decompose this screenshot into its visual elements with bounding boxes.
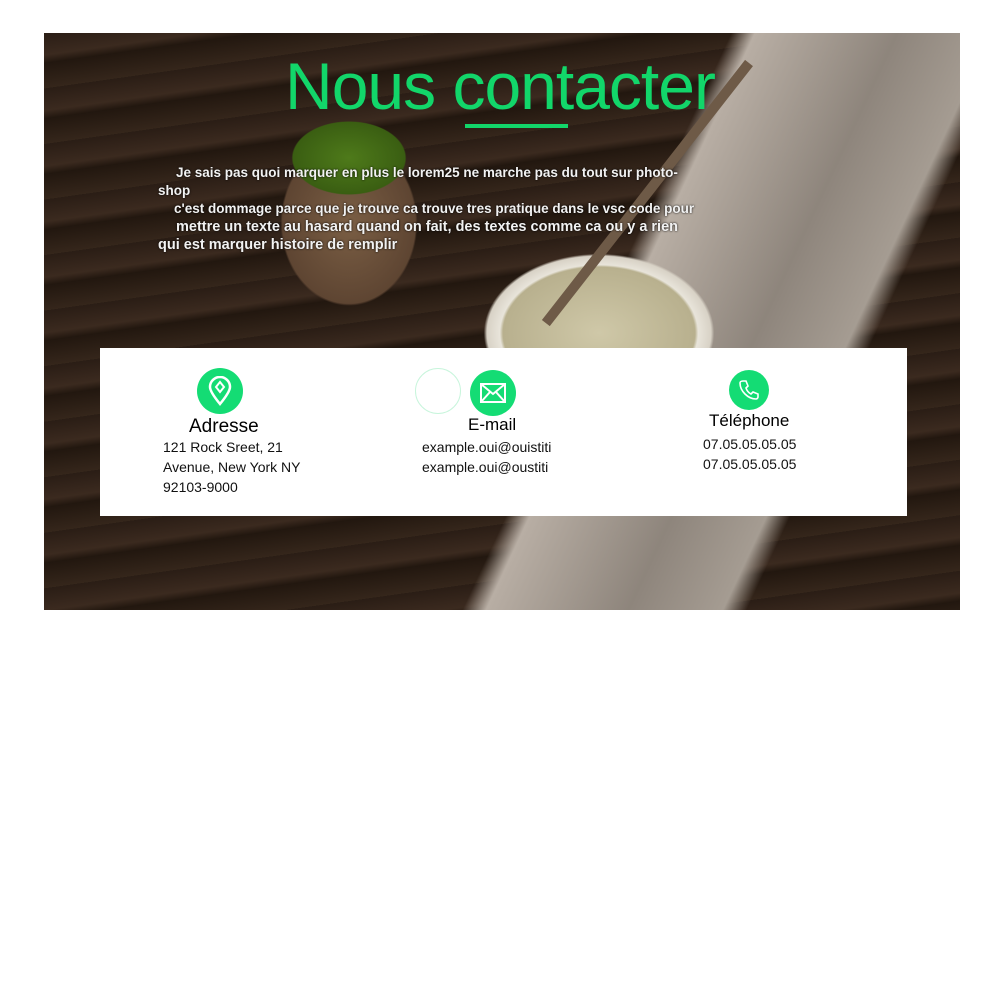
- email-label: E-mail: [468, 415, 517, 434]
- email-link[interactable]: example.oui@ouistiti: [422, 437, 551, 457]
- address-line: 121 Rock Sreet, 21: [163, 439, 283, 455]
- phone-label: Téléphone: [709, 411, 790, 430]
- ghost-circle: [415, 368, 461, 414]
- email-link[interactable]: example.oui@oustiti: [422, 457, 551, 477]
- address-line: Avenue, New York NY: [163, 459, 301, 475]
- intro-line: mettre un texte au hasard quand on fait,…: [176, 219, 679, 235]
- intro-line: shop: [158, 183, 191, 198]
- contact-card: Adresse 121 Rock Sreet, 21 Avenue, New Y…: [100, 348, 907, 516]
- intro-line: qui est marquer histoire de remplir: [158, 237, 398, 253]
- map-pin-icon: [197, 368, 243, 414]
- intro-paragraph: Je sais pas quoi marquer en plus le lore…: [158, 164, 818, 254]
- address-block: 121 Rock Sreet, 21 Avenue, New York NY 9…: [163, 437, 301, 497]
- title-underline: [465, 124, 568, 128]
- phone-icon: [729, 370, 769, 410]
- phone-number[interactable]: 07.05.05.05.05: [703, 454, 796, 474]
- page-title: Nous contacter: [285, 49, 716, 123]
- intro-line: c'est dommage parce que je trouve ca tro…: [174, 201, 695, 216]
- address-label: Adresse: [189, 416, 259, 437]
- email-block: example.oui@ouistiti example.oui@oustiti: [422, 437, 551, 477]
- phone-block: 07.05.05.05.05 07.05.05.05.05: [703, 434, 796, 474]
- phone-number[interactable]: 07.05.05.05.05: [703, 434, 796, 454]
- address-line: 92103-9000: [163, 479, 238, 495]
- intro-line: Je sais pas quoi marquer en plus le lore…: [176, 165, 678, 180]
- envelope-icon: [470, 370, 516, 416]
